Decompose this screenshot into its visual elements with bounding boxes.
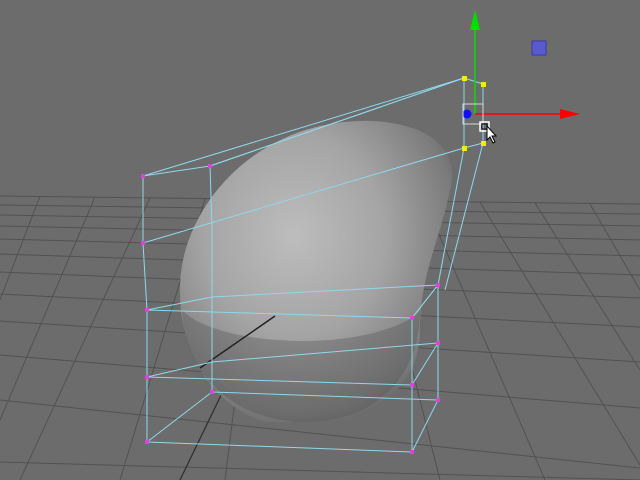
lattice-point[interactable] xyxy=(410,316,414,320)
lattice-point[interactable] xyxy=(436,283,440,287)
selected-lattice-point[interactable] xyxy=(462,146,467,151)
viewport-canvas[interactable] xyxy=(0,0,640,480)
lattice-point[interactable] xyxy=(410,383,414,387)
lattice-point[interactable] xyxy=(145,440,149,444)
xy-plane-handle-icon[interactable] xyxy=(531,40,547,56)
lattice-point[interactable] xyxy=(208,164,212,168)
lattice-point[interactable] xyxy=(436,341,440,345)
lattice-point[interactable] xyxy=(141,241,145,245)
lattice-point[interactable] xyxy=(141,174,145,178)
selected-lattice-point[interactable] xyxy=(462,76,467,81)
lattice-point[interactable] xyxy=(210,390,214,394)
z-axis-handle-icon[interactable] xyxy=(462,109,472,119)
selected-lattice-point[interactable] xyxy=(481,141,486,146)
lattice-point[interactable] xyxy=(436,398,440,402)
3d-viewport[interactable] xyxy=(0,0,640,480)
selected-lattice-point[interactable] xyxy=(481,82,486,87)
lattice-point[interactable] xyxy=(410,450,414,454)
lattice-point[interactable] xyxy=(145,375,149,379)
lattice-point[interactable] xyxy=(145,308,149,312)
